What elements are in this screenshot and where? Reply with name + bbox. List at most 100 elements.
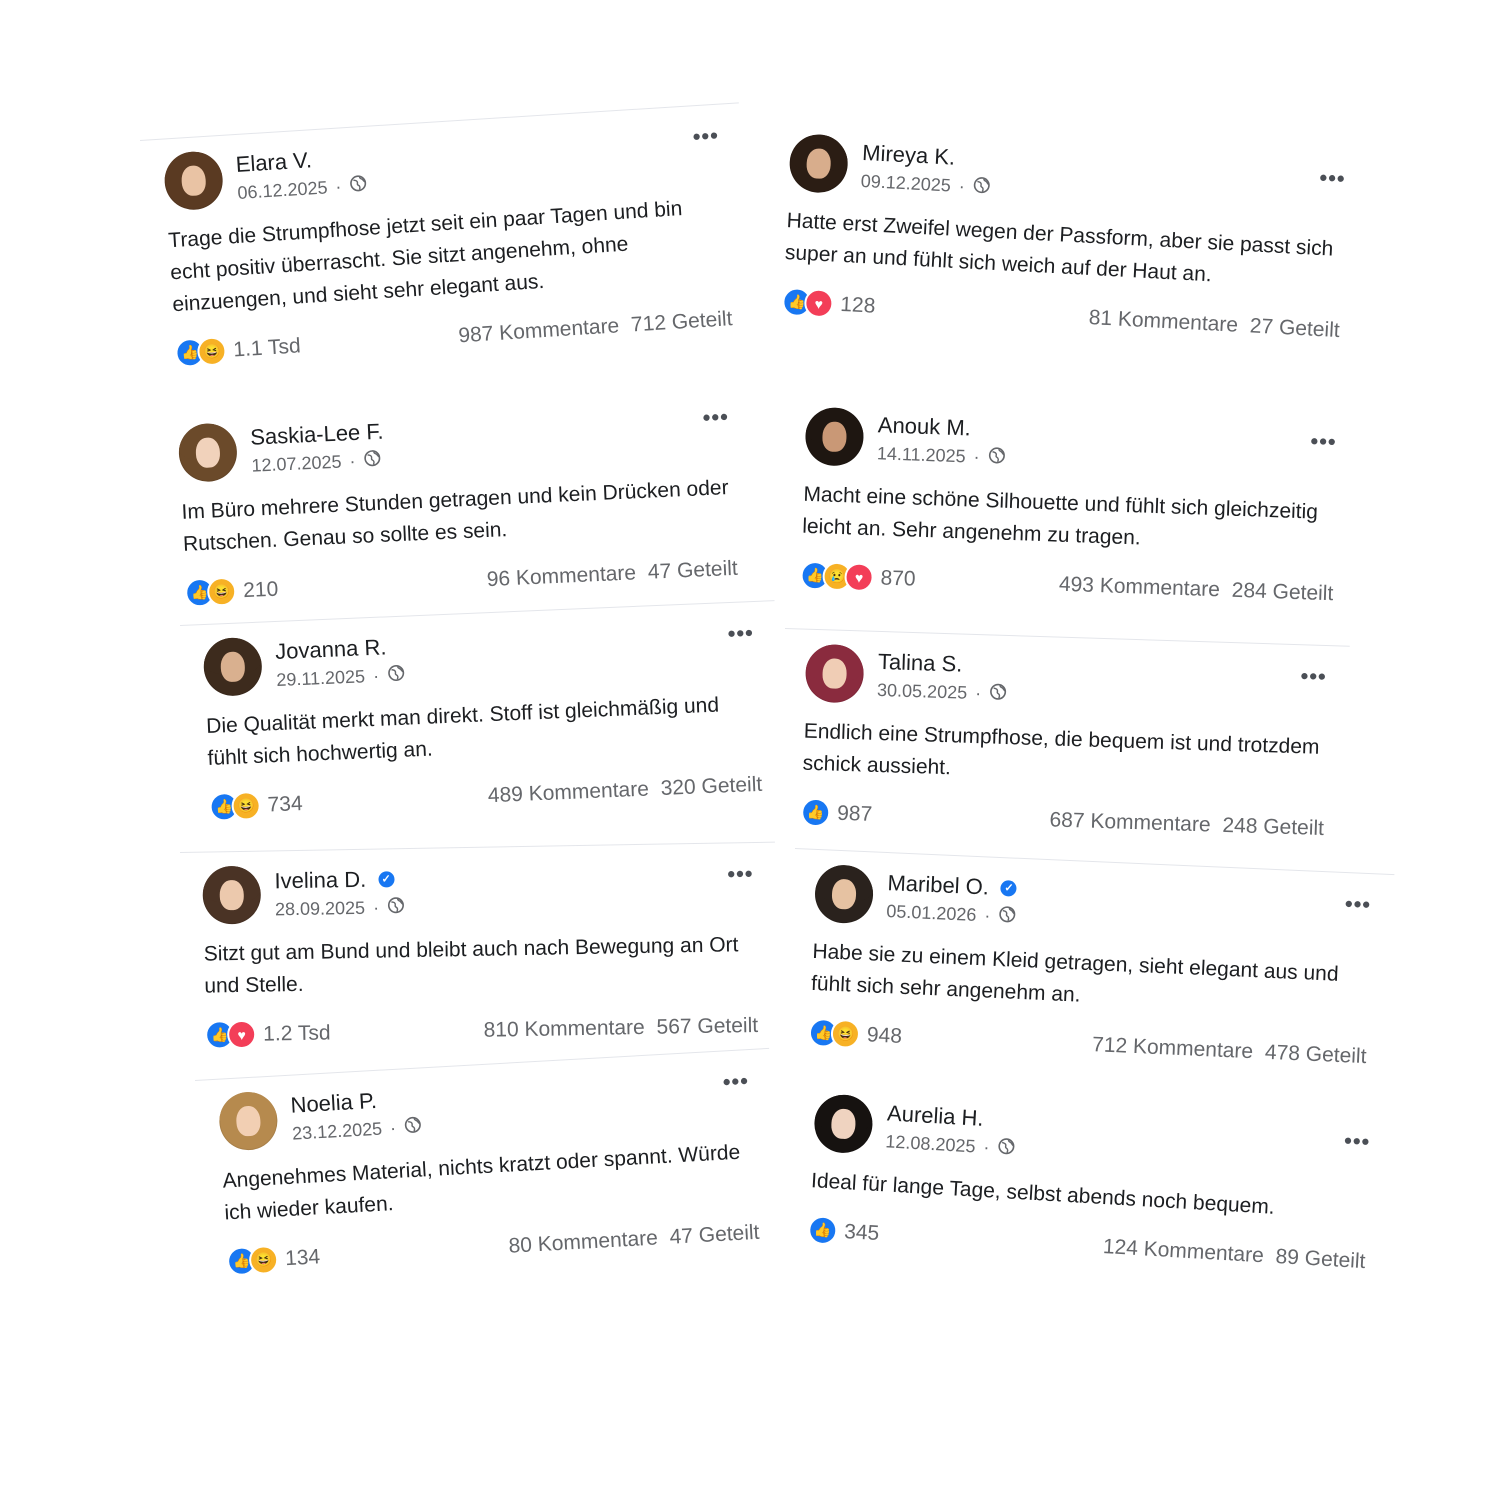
post-text: Trage die Strumpfhose jetzt seit ein paa… [167,197,683,317]
reactions-summary[interactable]: 👍 😆 134 [226,1242,321,1277]
shares-count[interactable]: 284 Geteilt [1231,578,1333,605]
separator: · [372,897,380,918]
avatar[interactable] [813,863,875,925]
comments-count[interactable]: 124 Kommentare [1102,1235,1264,1267]
author-name[interactable]: Elara V. [235,147,313,178]
shares-count[interactable]: 47 Geteilt [669,1220,760,1248]
globe-icon [349,173,368,197]
comments-count[interactable]: 81 Kommentare [1088,305,1238,336]
more-options-button[interactable]: ••• [727,620,754,647]
comments-count[interactable]: 712 Kommentare [1092,1033,1254,1063]
reaction-count[interactable]: 134 [284,1245,320,1271]
reaction-count[interactable]: 210 [243,577,279,603]
shares-count[interactable]: 89 Geteilt [1275,1244,1366,1272]
reactions-summary[interactable]: 👍 😢 ♥ 870 [800,560,916,594]
reactions-summary[interactable]: 👍 987 [800,797,873,829]
comments-count[interactable]: 987 Kommentare [458,314,620,347]
post-date[interactable]: 28.09.2025 [275,897,365,920]
author-name[interactable]: Talina S. [878,648,963,677]
more-options-button[interactable]: ••• [1344,891,1371,918]
review-post: Anouk M. 14.11.2025 · ••• Macht eine sch… [777,392,1360,619]
shares-count[interactable]: 47 Geteilt [647,556,738,583]
reaction-like-icon: 👍 [800,797,831,828]
avatar[interactable] [812,1093,875,1155]
shares-count[interactable]: 567 Geteilt [656,1013,758,1038]
comments-count[interactable]: 489 Kommentare [487,777,649,807]
more-options-button[interactable]: ••• [1310,428,1337,455]
shares-count[interactable]: 478 Geteilt [1264,1040,1366,1067]
separator: · [958,175,966,196]
shares-count[interactable]: 712 Geteilt [630,307,733,336]
shares-count[interactable]: 248 Geteilt [1222,813,1324,839]
separator: · [983,904,991,926]
reaction-count[interactable]: 987 [837,801,873,826]
reaction-count[interactable]: 128 [840,292,876,318]
shares-count[interactable]: 320 Geteilt [660,772,762,799]
post-date[interactable]: 14.11.2025 [877,443,966,467]
author-name[interactable]: Maribel O. [887,870,989,900]
post-text: Angenehmes Material, nichts kratzt oder … [222,1140,741,1225]
comments-count[interactable]: 493 Kommentare [1059,572,1221,601]
reaction-count[interactable]: 734 [267,792,303,817]
reactions-summary[interactable]: 👍 345 [807,1215,880,1248]
reaction-count[interactable]: 1.2 Tsd [263,1021,331,1046]
author-name[interactable]: Aurelia H. [886,1100,984,1132]
post-date[interactable]: 06.12.2025 [237,177,328,204]
review-post: Elara V. 06.12.2025 · ••• Trage die Stru… [140,102,754,380]
avatar[interactable] [202,636,263,698]
avatar[interactable] [804,406,865,467]
post-date[interactable]: 23.12.2025 [292,1118,383,1144]
more-options-button[interactable]: ••• [722,1068,750,1095]
comments-count[interactable]: 96 Kommentare [486,561,636,591]
author-name[interactable]: Noelia P. [290,1087,378,1118]
verified-badge-icon: ✓ [378,870,395,888]
separator: · [389,1117,397,1138]
post-text: Die Qualität merkt man direkt. Stoff ist… [205,693,720,770]
post-date[interactable]: 12.07.2025 [251,451,342,476]
more-options-button[interactable]: ••• [727,861,754,887]
avatar[interactable] [217,1090,279,1152]
author-name[interactable]: Mireya K. [862,139,956,170]
comments-count[interactable]: 810 Kommentare [483,1015,644,1041]
avatar[interactable] [177,422,239,483]
more-options-button[interactable]: ••• [1343,1128,1372,1155]
avatar[interactable] [202,865,262,925]
separator: · [974,682,982,703]
post-text: Habe sie zu einem Kleid getragen, sieht … [810,939,1340,1007]
avatar[interactable] [162,149,225,212]
reaction-count[interactable]: 1.1 Tsd [233,334,302,362]
post-date[interactable]: 09.12.2025 [860,170,951,196]
separator: · [372,665,380,686]
reaction-count[interactable]: 345 [844,1220,880,1246]
post-text: Hatte erst Zweifel wegen der Passform, a… [784,209,1334,287]
more-options-button[interactable]: ••• [1300,663,1327,690]
reactions-summary[interactable]: 👍 ♥ 128 [781,286,876,321]
more-options-button[interactable]: ••• [692,123,720,151]
post-date[interactable]: 12.08.2025 [885,1131,976,1157]
avatar[interactable] [804,643,865,704]
avatar[interactable] [788,133,850,195]
author-name[interactable]: Saskia-Lee F. [250,418,384,450]
reaction-count[interactable]: 948 [866,1023,902,1049]
reactions-summary[interactable]: 👍 😆 1.1 Tsd [174,331,302,369]
shares-count[interactable]: 27 Geteilt [1249,314,1340,342]
reactions-summary[interactable]: 👍 😆 210 [184,575,279,608]
comments-count[interactable]: 687 Kommentare [1049,808,1211,836]
globe-icon [363,448,382,472]
reactions-summary[interactable]: 👍 😆 948 [808,1017,902,1051]
reaction-count[interactable]: 870 [880,566,916,591]
post-date[interactable]: 05.01.2026 [886,901,977,926]
globe-icon [387,663,406,687]
author-name[interactable]: Jovanna R. [275,634,387,665]
more-options-button[interactable]: ••• [702,404,729,431]
reaction-love-icon: ♥ [226,1019,257,1050]
reactions-summary[interactable]: 👍 😆 734 [209,789,303,822]
author-name[interactable]: Ivelina D. [274,866,366,894]
comments-count[interactable]: 80 Kommentare [508,1226,658,1257]
reactions-summary[interactable]: 👍 ♥ 1.2 Tsd [204,1018,331,1050]
post-date[interactable]: 29.11.2025 [276,666,366,691]
author-name[interactable]: Anouk M. [877,412,971,441]
more-options-button[interactable]: ••• [1319,165,1346,192]
globe-icon [403,1115,422,1139]
post-date[interactable]: 30.05.2025 [877,679,968,703]
